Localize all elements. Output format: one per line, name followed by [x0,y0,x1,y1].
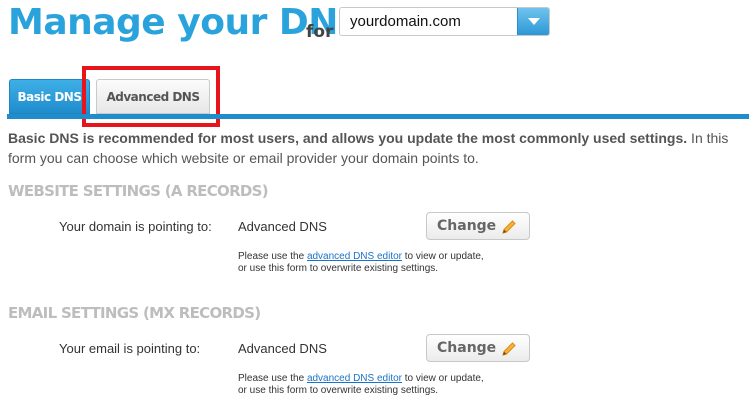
email-change-button[interactable]: Change [426,334,530,362]
intro-bold: Basic DNS is recommended for most users,… [8,130,688,146]
chevron-down-icon[interactable] [517,8,549,35]
email-advanced-dns-link[interactable]: advanced DNS editor [307,373,402,384]
email-change-label: Change [437,340,497,356]
pencil-icon [502,220,516,234]
intro-text: Basic DNS is recommended for most users,… [8,128,746,168]
for-label: for [306,22,334,42]
domain-select-value: yourdomain.com [350,13,461,30]
website-change-button[interactable]: Change [426,212,530,240]
pencil-icon [502,342,516,356]
website-change-label: Change [437,218,497,234]
email-note-line2: or use this form to overwrite existing s… [238,385,439,396]
website-pointing-value: Advanced DNS [238,219,327,234]
domain-select[interactable]: yourdomain.com [339,7,550,36]
tab-basic-dns[interactable]: Basic DNS [9,79,90,114]
email-note-after: to view or update, [402,373,484,384]
website-note: Please use the advanced DNS editor to vi… [238,251,484,275]
tab-underline [7,114,749,119]
website-settings-heading: WEBSITE SETTINGS (A RECORDS) [8,182,269,200]
email-pointing-label: Your email is pointing to: [59,341,201,356]
email-pointing-value: Advanced DNS [238,341,327,356]
website-note-before: Please use the [238,251,307,262]
website-advanced-dns-link[interactable]: advanced DNS editor [307,251,402,262]
website-note-after: to view or update, [402,251,484,262]
website-note-line2: or use this form to overwrite existing s… [238,263,439,274]
email-note: Please use the advanced DNS editor to vi… [238,373,484,397]
email-note-before: Please use the [238,373,307,384]
website-pointing-label: Your domain is pointing to: [59,219,212,234]
email-settings-heading: EMAIL SETTINGS (MX RECORDS) [8,304,261,322]
